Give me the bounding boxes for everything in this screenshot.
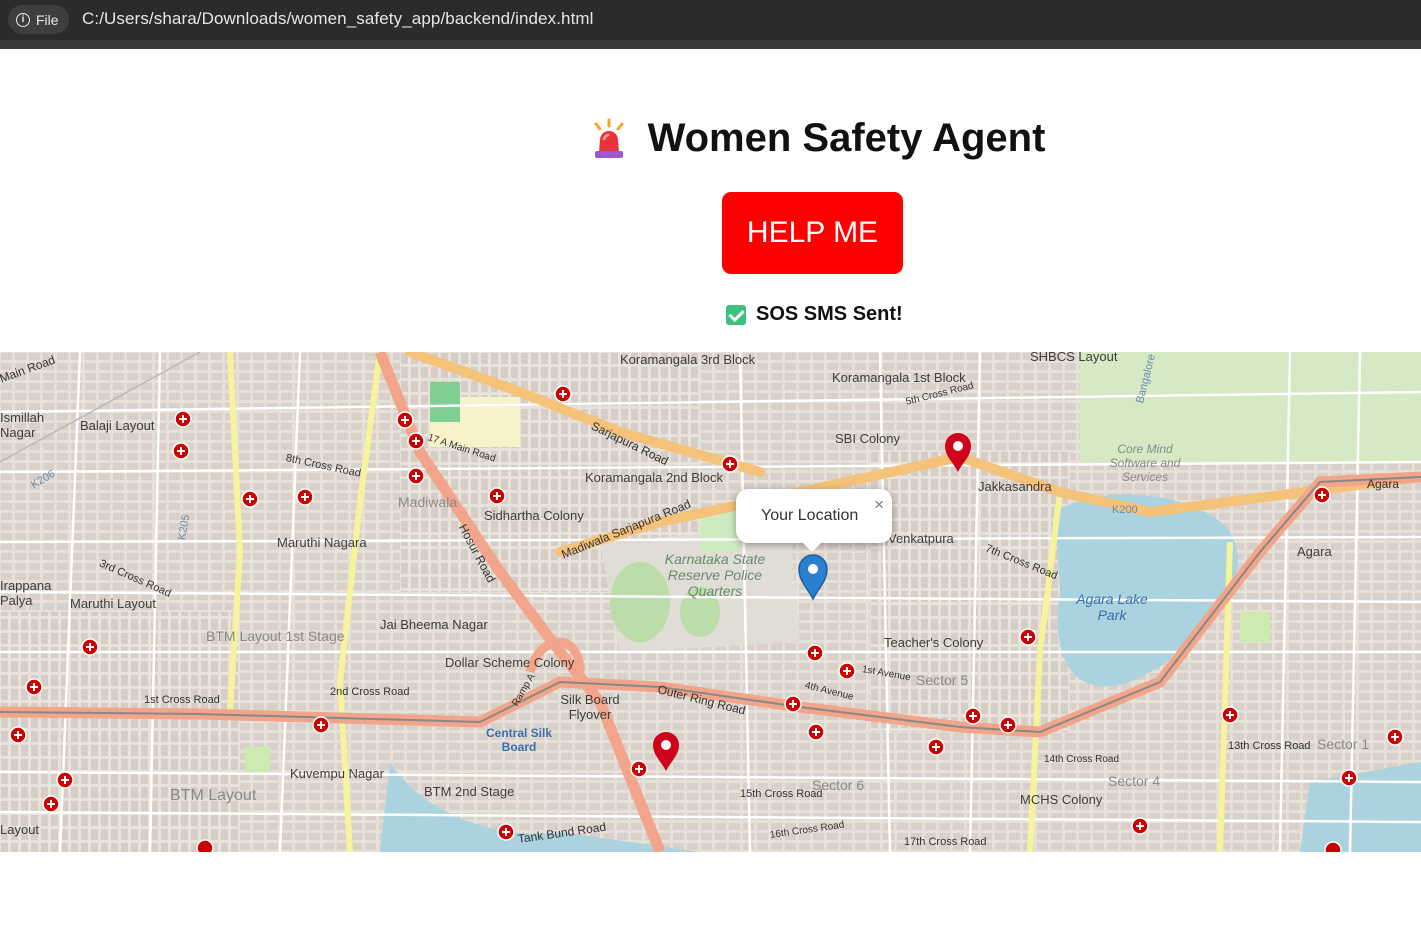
area-label: Central Silk Board — [485, 726, 553, 754]
info-icon: i — [16, 12, 30, 27]
location-popup: Your Location × — [736, 489, 892, 552]
map-view[interactable]: Koramangala 3rd Block Koramangala 1st Bl… — [0, 352, 1421, 852]
alert-pin-icon[interactable] — [651, 731, 681, 773]
area-label: Koramangala 1st Block — [832, 370, 966, 385]
check-mark-icon — [726, 304, 746, 325]
area-label: Jai Bheema Nagar — [380, 617, 488, 632]
area-label: SHBCS Layout — [1030, 352, 1118, 364]
area-label: Teacher's Colony — [884, 635, 984, 650]
user-location-pin-icon[interactable] — [797, 553, 829, 601]
site-info-chip[interactable]: i File — [8, 5, 69, 34]
area-label: MCHS Colony — [1020, 792, 1103, 807]
area-label: BTM Layout — [170, 787, 257, 804]
area-label: Core Mind Software and Services — [1109, 442, 1181, 484]
area-label: Agara — [1297, 544, 1332, 559]
area-label: Madiwala — [398, 494, 458, 510]
area-label: Maruthi Nagara — [277, 535, 367, 550]
map-tiles — [0, 352, 1421, 852]
area-label: SBI Colony — [835, 431, 901, 446]
area-label: Koramangala 3rd Block — [620, 352, 756, 367]
road-label: 17th Cross Road — [904, 836, 987, 848]
area-label: Sector 1 — [1317, 736, 1370, 752]
road-label: 2nd Cross Road — [330, 686, 410, 698]
area-label: Layout — [0, 822, 40, 837]
road-label: 15th Cross Road — [740, 788, 823, 800]
area-label: Sector 5 — [916, 672, 969, 688]
help-me-button[interactable]: HELP ME — [722, 192, 903, 274]
road-label: Agara — [1367, 477, 1400, 491]
area-label: Agara Lake Park — [1076, 591, 1148, 623]
area-label: Koramangala 2nd Block — [585, 470, 724, 485]
popup-text: Your Location — [761, 507, 859, 524]
area-label: Karnataka State Reserve Police Quarters — [664, 551, 766, 599]
area-label: Balaji Layout — [80, 418, 155, 433]
area-label: BTM Layout 1st Stage — [206, 628, 345, 644]
status-text: SOS SMS Sent! — [756, 303, 903, 325]
road-label: 13th Cross Road — [1228, 740, 1311, 752]
area-label: Maruthi Layout — [70, 596, 156, 611]
sos-status: SOS SMS Sent! — [726, 303, 903, 326]
road-label: 14th Cross Road — [1044, 754, 1120, 765]
area-label: Dollar Scheme Colony — [445, 655, 575, 670]
area-label: Irappana Palya — [0, 578, 52, 608]
area-label: Jakkasandra — [978, 479, 1052, 494]
browser-address-bar: i File C:/Users/shara/Downloads/women_sa… — [0, 0, 1421, 49]
area-label: Sidhartha Colony — [484, 508, 584, 523]
area-label: Ismillah Nagar — [0, 410, 45, 440]
area-label: Sector 4 — [1108, 773, 1161, 789]
area-label: Venkatpura — [888, 531, 954, 546]
siren-icon — [594, 118, 624, 158]
area-label: Silk Board Flyover — [560, 692, 620, 722]
app-title: Women Safety Agent — [647, 116, 1046, 160]
road-label: K200 — [1112, 504, 1138, 516]
close-icon[interactable]: × — [874, 495, 884, 515]
alert-pin-icon[interactable] — [943, 432, 973, 474]
road-label: 1st Cross Road — [144, 694, 220, 706]
toolbar-divider — [0, 40, 1421, 49]
area-label: Kuvempu Nagar — [290, 766, 384, 781]
page-title: Women Safety Agent — [0, 116, 1421, 165]
area-label: BTM 2nd Stage — [424, 784, 515, 799]
url-text[interactable]: C:/Users/shara/Downloads/women_safety_ap… — [82, 9, 594, 29]
file-chip-label: File — [36, 11, 59, 28]
